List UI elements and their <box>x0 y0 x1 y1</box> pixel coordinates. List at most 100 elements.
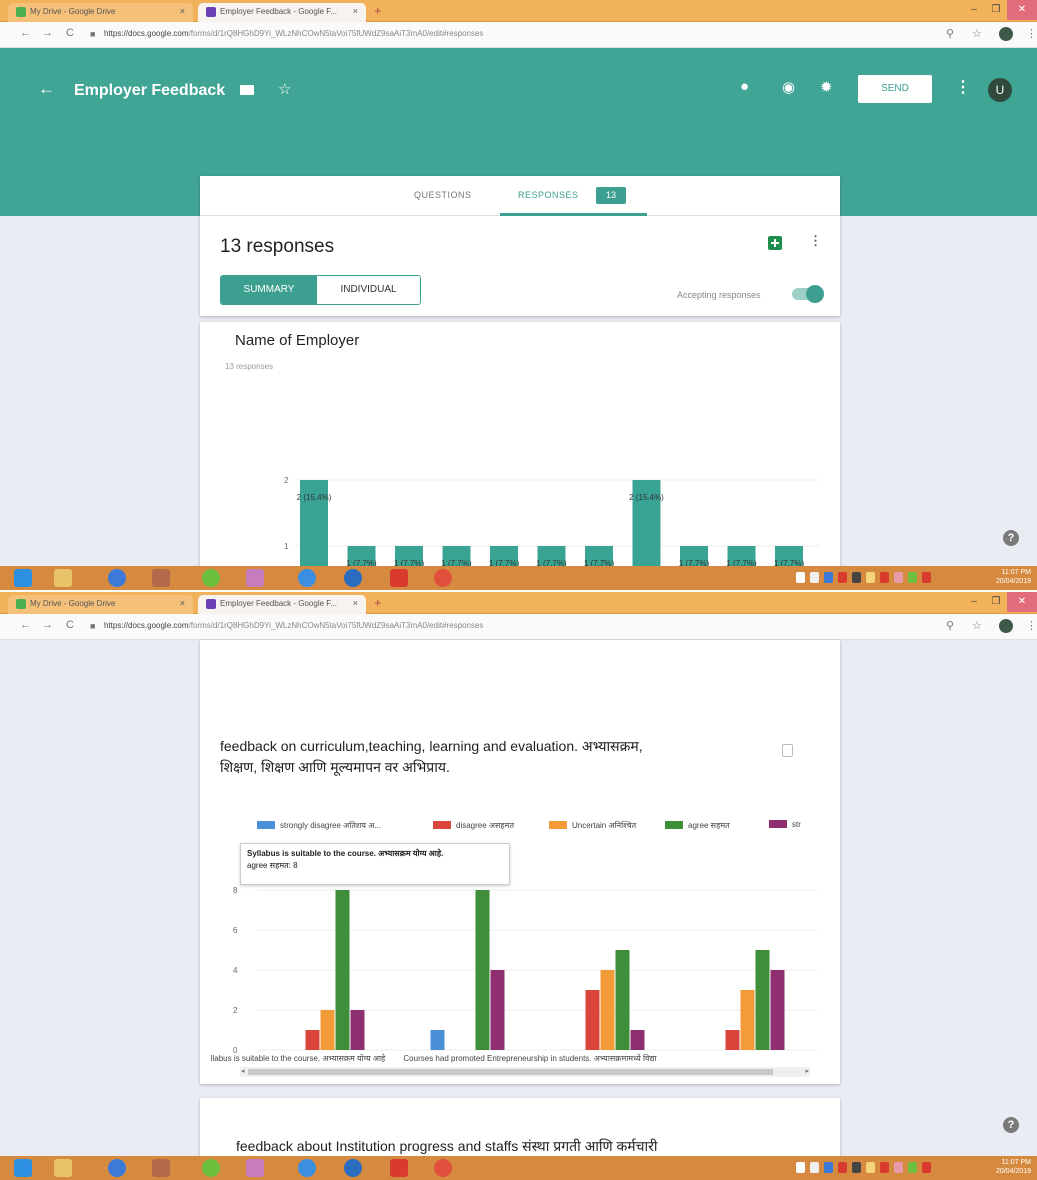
pdf-reader-icon[interactable] <box>390 569 408 587</box>
paint-icon[interactable] <box>246 1159 264 1177</box>
tray-icon[interactable] <box>894 572 903 583</box>
responses-menu-icon[interactable]: ⋮ <box>809 233 822 249</box>
minimize-button[interactable]: – <box>963 592 985 612</box>
scroll-left-icon[interactable]: ◂ <box>241 1067 245 1075</box>
forward-arrow-icon[interactable]: → <box>42 619 53 631</box>
app-icon[interactable] <box>202 1159 220 1177</box>
scrollbar-thumb[interactable] <box>248 1069 773 1075</box>
tab-employer-feedback[interactable]: Employer Feedback - Google F... × <box>198 595 366 614</box>
help-icon[interactable]: ? <box>1003 530 1019 546</box>
close-tab-icon[interactable]: × <box>180 6 185 16</box>
file-explorer-icon[interactable] <box>54 569 72 587</box>
start-icon[interactable] <box>14 1159 32 1177</box>
close-window-button[interactable]: ✕ <box>1007 592 1037 612</box>
url-field[interactable]: https://docs.google.com/forms/d/1rQ8HGhD… <box>104 29 483 38</box>
more-options-icon[interactable]: ⋮ <box>955 77 971 97</box>
lock-icon: ■ <box>90 621 96 631</box>
start-icon[interactable] <box>14 569 32 587</box>
close-tab-icon[interactable]: × <box>353 598 358 608</box>
user-avatar[interactable]: U <box>988 78 1012 102</box>
tray-icon[interactable] <box>866 572 875 583</box>
close-window-button[interactable]: ✕ <box>1007 0 1037 20</box>
tray-icon[interactable] <box>922 1162 931 1173</box>
bookmark-star-icon[interactable]: ☆ <box>972 27 982 40</box>
tab-my-drive[interactable]: My Drive - Google Drive × <box>8 595 193 614</box>
imo-icon[interactable] <box>344 569 362 587</box>
forward-arrow-icon[interactable]: → <box>42 27 53 39</box>
tray-icon[interactable] <box>908 572 917 583</box>
taskbar-clock[interactable]: 11:07 PM 20/04/2019 <box>996 1158 1031 1176</box>
tray-icon[interactable] <box>796 1162 805 1173</box>
file-explorer-icon[interactable] <box>54 1159 72 1177</box>
media-player-icon[interactable] <box>108 569 126 587</box>
tray-icon[interactable] <box>852 572 861 583</box>
tray-icon[interactable] <box>922 572 931 583</box>
chrome-icon[interactable] <box>434 1159 452 1177</box>
zoom-icon[interactable]: ⚲ <box>946 27 954 40</box>
star-icon[interactable]: ☆ <box>278 80 291 98</box>
internet-explorer-icon[interactable] <box>298 1159 316 1177</box>
maximize-button[interactable]: ❐ <box>985 592 1007 612</box>
scroll-right-icon[interactable]: ▸ <box>805 1067 809 1075</box>
tray-icon[interactable] <box>810 1162 819 1173</box>
profile-avatar[interactable] <box>999 27 1013 41</box>
calendar-icon[interactable] <box>152 569 170 587</box>
sheets-icon[interactable] <box>768 236 782 250</box>
new-tab-button[interactable]: + <box>374 3 382 18</box>
minimize-button[interactable]: – <box>963 0 985 20</box>
preview-eye-icon[interactable]: ◉ <box>782 78 795 96</box>
summary-button[interactable]: SUMMARY <box>221 276 317 304</box>
tray-icon[interactable] <box>908 1162 917 1173</box>
media-player-icon[interactable] <box>108 1159 126 1177</box>
internet-explorer-icon[interactable] <box>298 569 316 587</box>
calendar-icon[interactable] <box>152 1159 170 1177</box>
imo-icon[interactable] <box>344 1159 362 1177</box>
reload-icon[interactable]: C <box>66 619 74 631</box>
tray-icon[interactable] <box>810 572 819 583</box>
tray-icon[interactable] <box>824 1162 833 1173</box>
profile-avatar[interactable] <box>999 619 1013 633</box>
chart-scrollbar[interactable]: ◂ ▸ <box>240 1067 810 1077</box>
close-tab-icon[interactable]: × <box>353 6 358 16</box>
back-arrow-icon[interactable]: ← <box>20 619 31 631</box>
tray-icon[interactable] <box>880 572 889 583</box>
maximize-button[interactable]: ❐ <box>985 0 1007 20</box>
x-category-label: Courses had promoted Entrepreneurship in… <box>403 1053 657 1063</box>
pdf-reader-icon[interactable] <box>390 1159 408 1177</box>
accepting-responses-toggle[interactable] <box>792 285 824 303</box>
browser-menu-icon[interactable]: ⋮ <box>1026 619 1037 632</box>
reload-icon[interactable]: C <box>66 27 74 39</box>
bar <box>600 970 615 1050</box>
help-icon[interactable]: ? <box>1003 1117 1019 1133</box>
app-icon[interactable] <box>202 569 220 587</box>
tab-responses[interactable]: RESPONSES <box>518 190 579 200</box>
send-button[interactable]: SEND <box>858 75 932 103</box>
tray-icon[interactable] <box>894 1162 903 1173</box>
zoom-icon[interactable]: ⚲ <box>946 619 954 632</box>
tray-icon[interactable] <box>852 1162 861 1173</box>
back-arrow-icon[interactable]: ← <box>38 79 55 99</box>
individual-button[interactable]: INDIVIDUAL <box>317 276 420 304</box>
tab-my-drive[interactable]: My Drive - Google Drive × <box>8 3 193 22</box>
chrome-icon[interactable] <box>434 569 452 587</box>
url-field[interactable]: https://docs.google.com/forms/d/1rQ8HGhD… <box>104 621 483 630</box>
folder-icon[interactable] <box>240 85 254 95</box>
tray-icon[interactable] <box>880 1162 889 1173</box>
tray-icon[interactable] <box>824 572 833 583</box>
tray-icon[interactable] <box>838 572 847 583</box>
back-arrow-icon[interactable]: ← <box>20 27 31 39</box>
tab-questions[interactable]: QUESTIONS <box>414 190 472 200</box>
palette-icon[interactable]: ● <box>740 78 749 95</box>
tray-icon[interactable] <box>796 572 805 583</box>
tab-employer-feedback[interactable]: Employer Feedback - Google F... × <box>198 3 366 22</box>
tray-icon[interactable] <box>866 1162 875 1173</box>
close-tab-icon[interactable]: × <box>180 598 185 608</box>
tray-icon[interactable] <box>838 1162 847 1173</box>
taskbar-clock[interactable]: 11:07 PM 20/04/2019 <box>996 568 1031 586</box>
paint-icon[interactable] <box>246 569 264 587</box>
settings-gear-icon[interactable]: ✹ <box>820 78 833 96</box>
new-tab-button[interactable]: + <box>374 595 382 610</box>
browser-menu-icon[interactable]: ⋮ <box>1026 27 1037 40</box>
screenshot-bottom: My Drive - Google Drive × Employer Feedb… <box>0 592 1037 1180</box>
bookmark-star-icon[interactable]: ☆ <box>972 619 982 632</box>
